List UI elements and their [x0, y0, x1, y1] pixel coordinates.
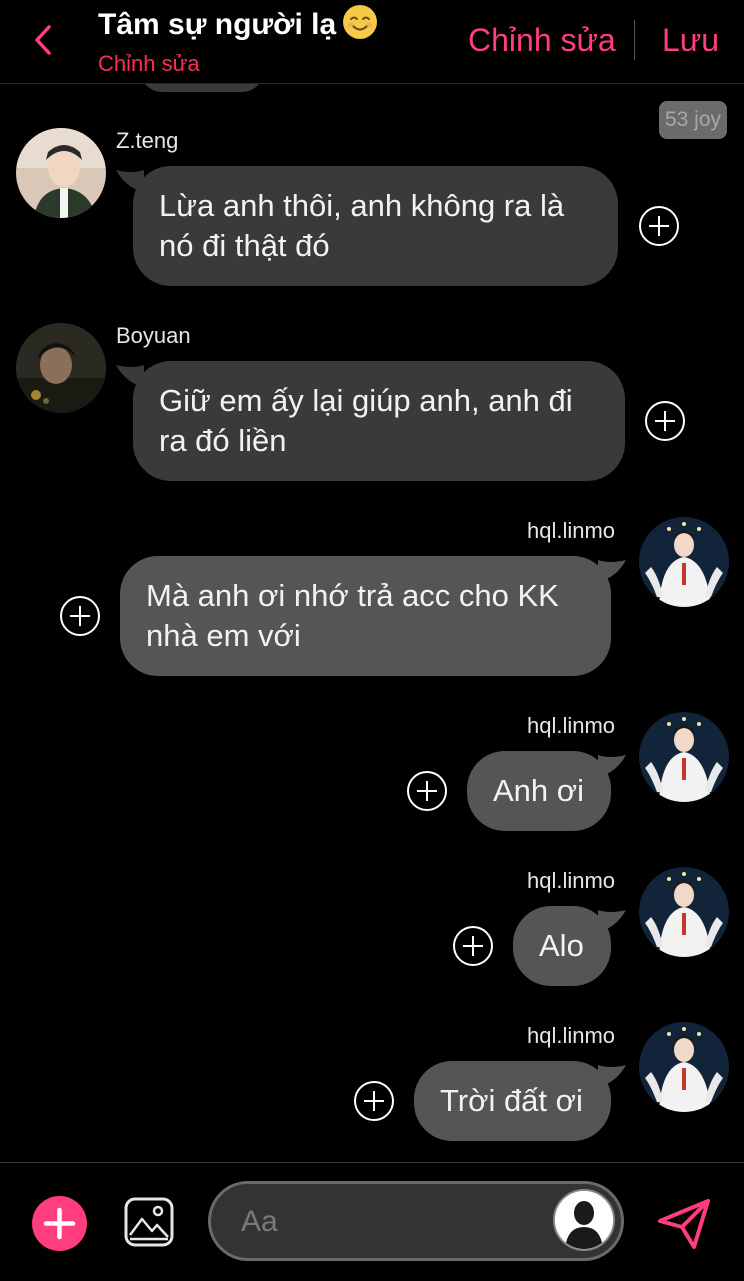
- back-button[interactable]: [30, 22, 56, 58]
- message-input-wrapper: [208, 1181, 624, 1261]
- avatar-image: [16, 128, 106, 218]
- composer-bar: [0, 1162, 744, 1281]
- image-gallery-icon[interactable]: [124, 1197, 174, 1247]
- header-divider: [634, 20, 635, 60]
- avatar-image: [639, 517, 729, 607]
- message-text-line: ra đó liền: [159, 423, 287, 458]
- avatar-image: [639, 712, 729, 802]
- default-user-icon: [555, 1191, 613, 1249]
- avatar-hql-linmo[interactable]: [639, 517, 729, 607]
- avatar-hql-linmo[interactable]: [639, 712, 729, 802]
- subtitle-edit-link[interactable]: Chỉnh sửa: [98, 51, 200, 77]
- message-text-line: Mà anh ơi nhớ trả acc cho KK: [146, 578, 559, 613]
- joy-badge: 53 joy: [659, 101, 727, 139]
- page-title-text: Tâm sự người lạ: [98, 8, 337, 41]
- chat-screen: Tâm sự người lạ Chỉnh sửa Chỉnh sửa Lưu …: [0, 0, 744, 1281]
- message-text-line: Lừa anh thôi, anh không ra là: [159, 188, 565, 223]
- sender-name: Z.teng: [116, 128, 179, 153]
- add-reaction-icon[interactable]: [353, 1080, 395, 1122]
- add-reaction-icon[interactable]: [406, 770, 448, 812]
- avatar-hql-linmo[interactable]: [639, 1022, 729, 1112]
- add-reaction-icon[interactable]: [452, 925, 494, 967]
- message-text: Anh ơi: [493, 773, 584, 808]
- sender-name: hql.linmo: [527, 868, 616, 893]
- message-bubble[interactable]: Lừa anh thôi, anh không ra là nó đi thật…: [133, 166, 618, 286]
- message-bubble[interactable]: Trời đất ơi: [414, 1061, 611, 1141]
- message-text-line: nó đi thật đó: [159, 228, 330, 263]
- sender-name: Boyuan: [116, 323, 191, 348]
- edit-button[interactable]: Chỉnh sửa: [468, 22, 616, 59]
- message-bubble[interactable]: Mà anh ơi nhớ trả acc cho KK nhà em với: [120, 556, 611, 676]
- save-button[interactable]: Lưu: [662, 22, 719, 59]
- add-attachment-button[interactable]: [32, 1196, 87, 1251]
- chevron-left-icon: [35, 25, 51, 55]
- message-bubble[interactable]: Alo: [513, 906, 611, 986]
- message-text-line: nhà em với: [146, 618, 301, 653]
- add-reaction-icon[interactable]: [644, 400, 686, 442]
- sender-name: hql.linmo: [527, 1023, 616, 1048]
- avatar-hql-linmo[interactable]: [639, 867, 729, 957]
- avatar-image: [639, 867, 729, 957]
- smiling-face-emoji-icon: [343, 5, 378, 39]
- header: Tâm sự người lạ Chỉnh sửa Chỉnh sửa Lưu: [0, 0, 744, 84]
- avatar-zteng[interactable]: [16, 128, 106, 218]
- add-reaction-icon[interactable]: [59, 595, 101, 637]
- message-bubble[interactable]: Anh ơi: [467, 751, 611, 831]
- send-icon[interactable]: [654, 1193, 714, 1253]
- message-text-line: Giữ em ấy lại giúp anh, anh đi: [159, 383, 573, 418]
- sender-name: hql.linmo: [527, 713, 616, 738]
- avatar-boyuan[interactable]: [16, 323, 106, 413]
- add-reaction-icon[interactable]: [638, 205, 680, 247]
- message-input[interactable]: [239, 1196, 543, 1248]
- page-title: Tâm sự người lạ: [98, 4, 378, 42]
- sender-avatar-switch[interactable]: [553, 1189, 615, 1251]
- avatar-image: [639, 1022, 729, 1112]
- avatar-image: [16, 323, 106, 413]
- message-text: Trời đất ơi: [440, 1083, 583, 1118]
- sender-name: hql.linmo: [527, 518, 616, 543]
- message-bubble[interactable]: Giữ em ấy lại giúp anh, anh đi ra đó liề…: [133, 361, 625, 481]
- plus-icon: [43, 1207, 76, 1240]
- message-text: Alo: [539, 928, 584, 963]
